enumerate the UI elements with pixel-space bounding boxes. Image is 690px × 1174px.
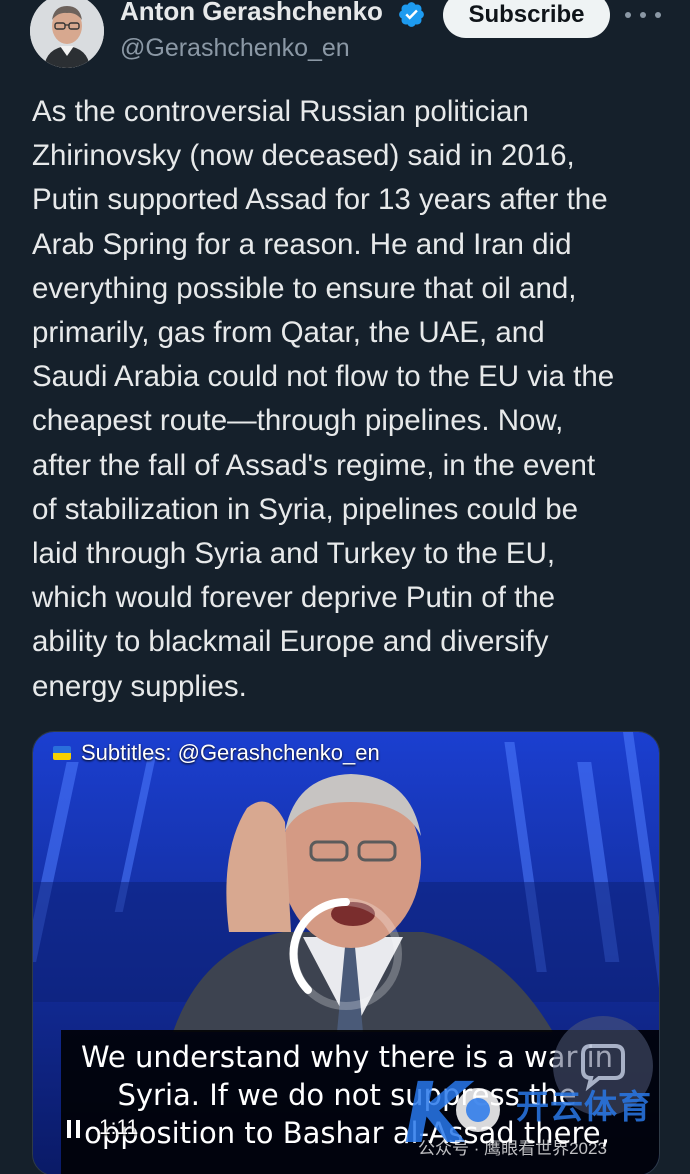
- tweet-line: Zhirinovsky (now deceased) said in 2016,: [32, 139, 575, 173]
- ukraine-flag-icon: [53, 746, 71, 760]
- author-name[interactable]: Anton Gerashchenko: [120, 0, 383, 27]
- tweet-line: after the fall of Assad's regime, in the…: [32, 448, 596, 482]
- tweet-line: laid through Syria and Turkey to the EU,: [32, 537, 556, 571]
- tweet-line: cheapest route—through pipelines. Now,: [32, 404, 564, 438]
- loading-spinner-icon: [289, 897, 402, 1010]
- tweet-line: everything possible to ensure that oil a…: [32, 271, 577, 305]
- tweet-line: of stabilization in Syria, pipelines cou…: [32, 492, 579, 526]
- video-elapsed-time: 1:11: [99, 1116, 139, 1139]
- watermark-caption: 公众号 · 鹰眼看世界2023: [418, 1139, 607, 1158]
- tweet-header: Anton Gerashchenko @Gerashchenko_en Subs…: [0, 0, 690, 80]
- subscribe-button[interactable]: Subscribe: [443, 0, 610, 38]
- tweet-line: which would forever deprive Putin of the: [32, 581, 556, 615]
- tweet-line: energy supplies.: [32, 669, 247, 703]
- tweet-line: Saudi Arabia could not flow to the EU vi…: [32, 360, 615, 394]
- verified-badge-icon: [399, 2, 424, 27]
- tweet-text: As the controversial Russian politician …: [32, 90, 667, 709]
- tweet-page: Anton Gerashchenko @Gerashchenko_en Subs…: [0, 0, 690, 1174]
- author-handle[interactable]: @Gerashchenko_en: [120, 34, 350, 63]
- tweet-line: primarily, gas from Qatar, the UAE, and: [32, 316, 545, 350]
- pause-icon[interactable]: [67, 1120, 81, 1138]
- tweet-line: Arab Spring for a reason. He and Iran di…: [32, 227, 572, 261]
- author-avatar[interactable]: [30, 0, 104, 68]
- tweet-line: ability to blackmail Europe and diversif…: [32, 625, 549, 659]
- tweet-line: Putin supported Assad for 13 years after…: [32, 183, 608, 217]
- tweet-line: As the controversial Russian politician: [32, 95, 529, 128]
- subtitle-credit: Subtitles: @Gerashchenko_en: [53, 740, 380, 766]
- watermark-brand: 开云体育: [516, 1088, 652, 1125]
- subtitle-credit-text: Subtitles: @Gerashchenko_en: [81, 740, 380, 765]
- more-options-icon[interactable]: [625, 2, 661, 28]
